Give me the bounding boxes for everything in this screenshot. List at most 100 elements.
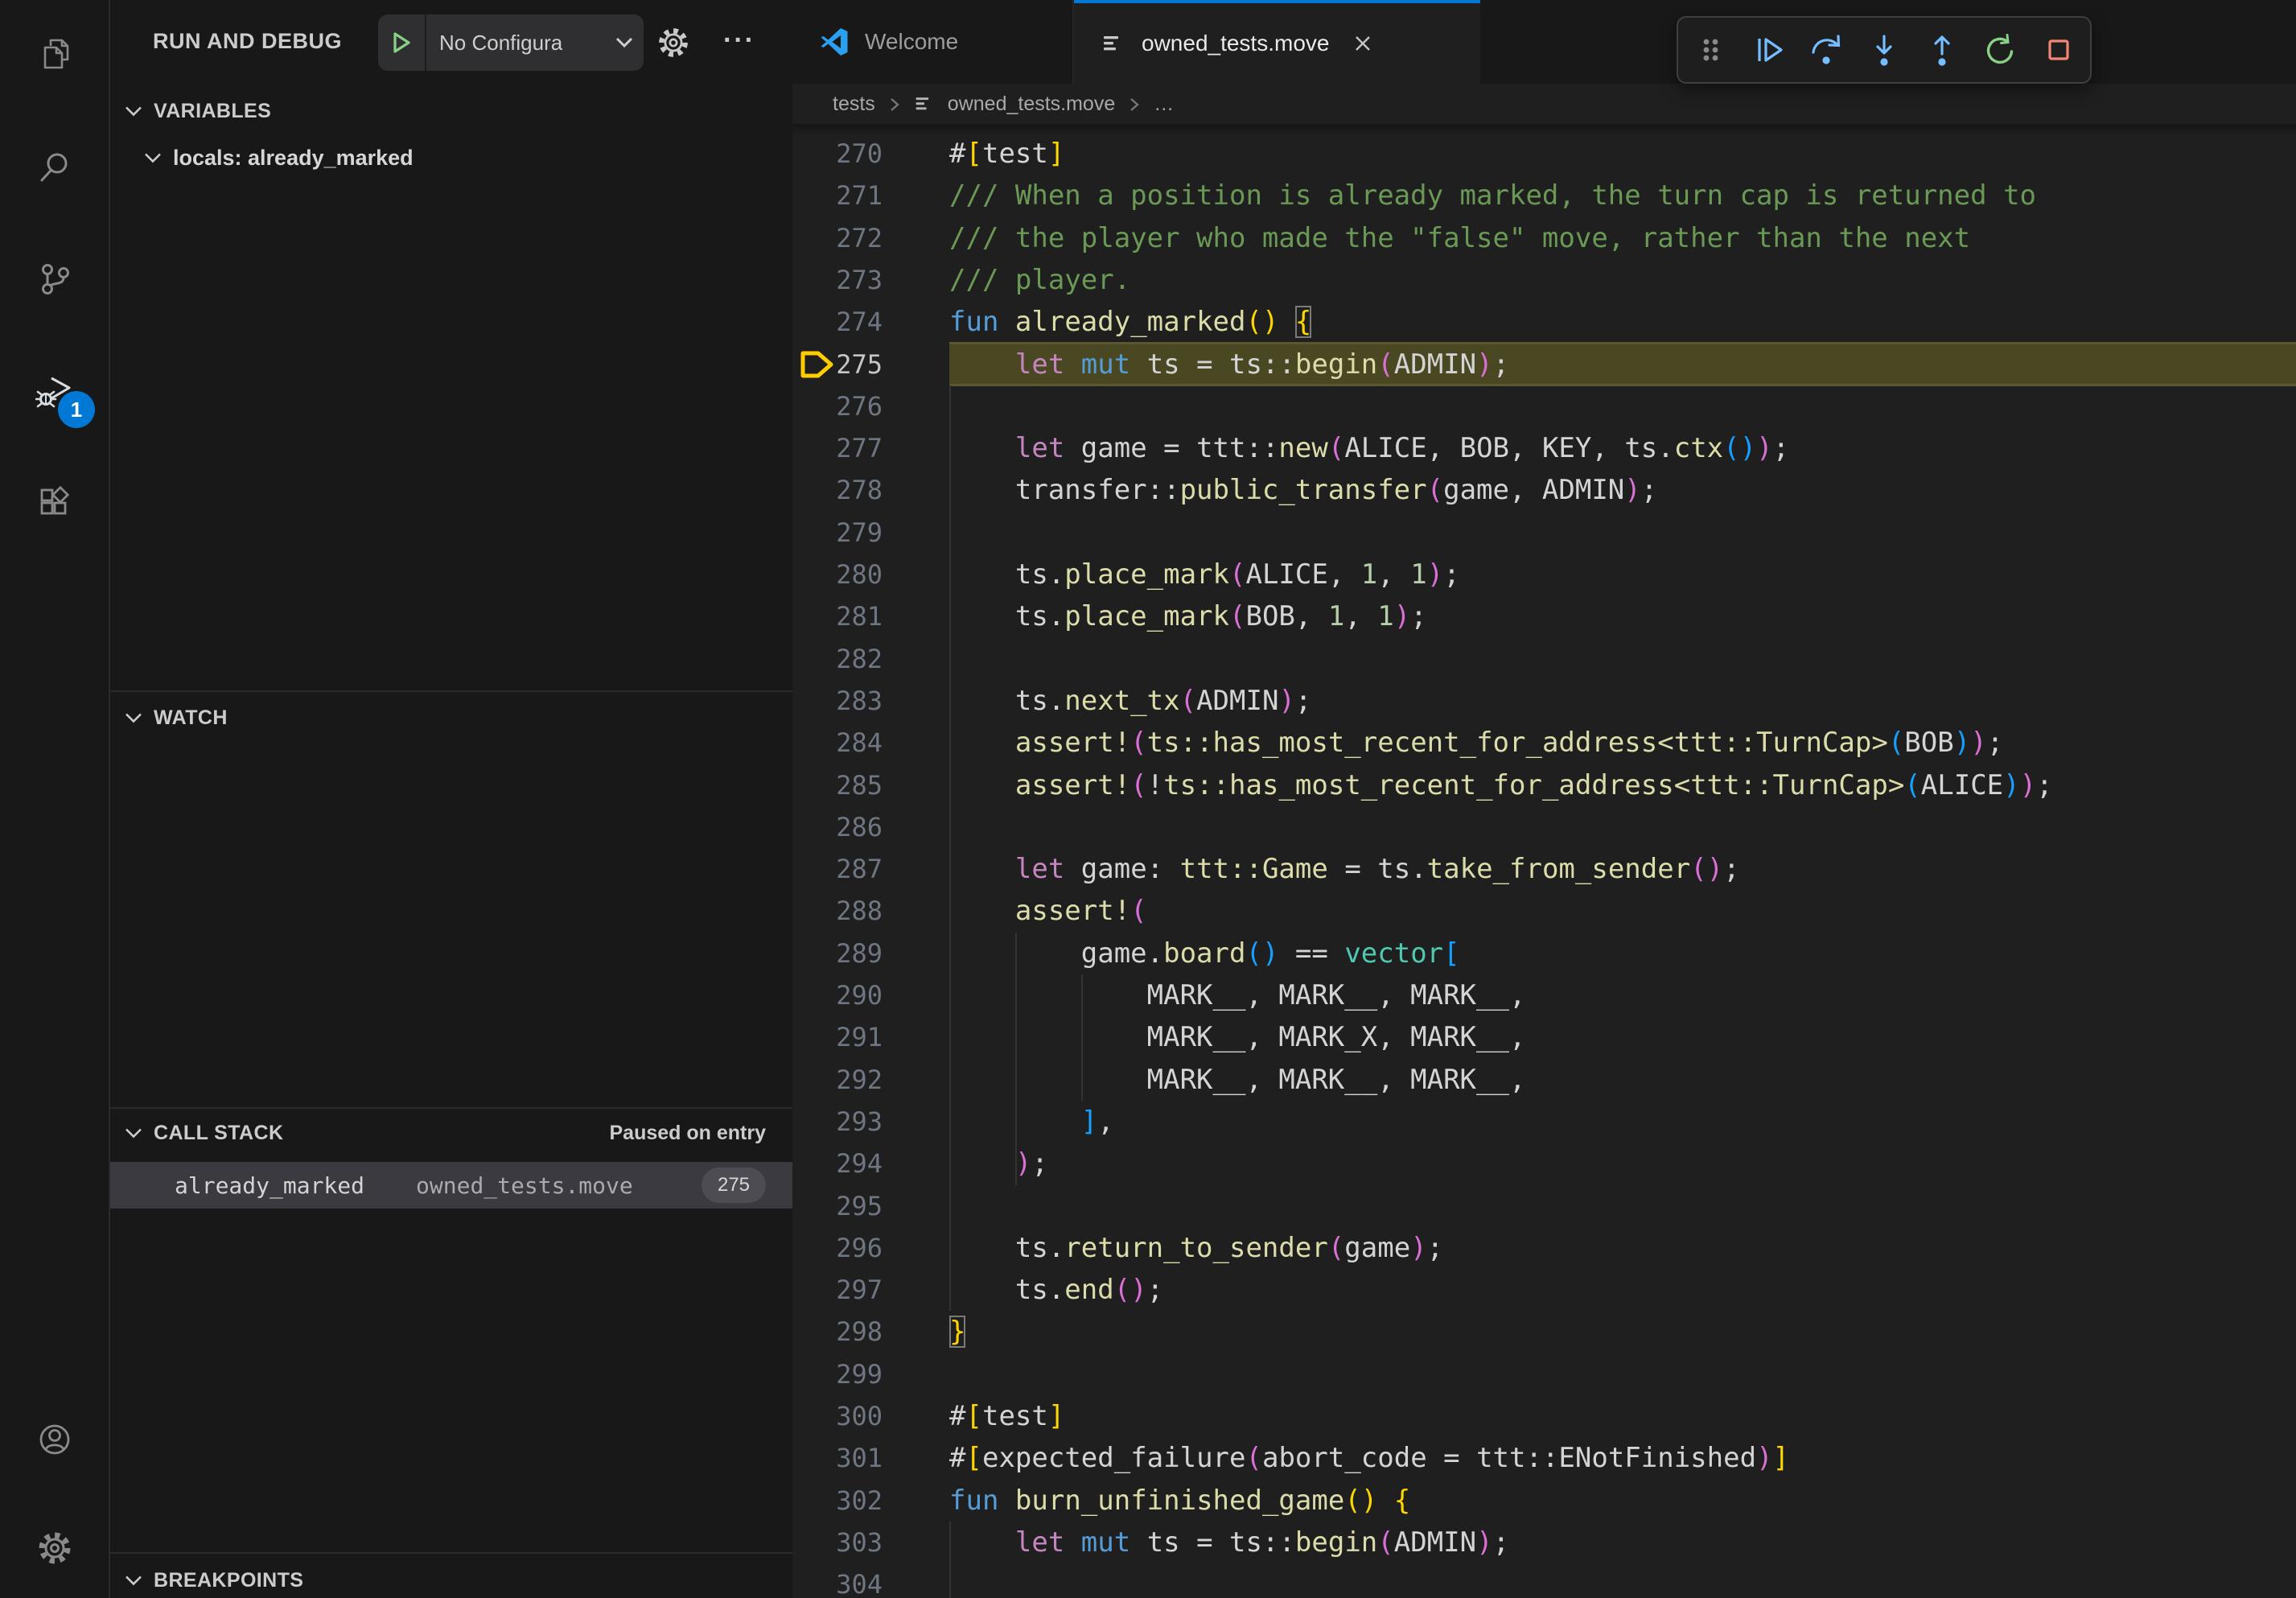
section-watch[interactable]: WATCH xyxy=(110,697,792,739)
chevron-down-icon xyxy=(125,1575,142,1586)
line-number[interactable]: 304 xyxy=(792,1563,883,1598)
code-line[interactable]: ts.return_to_sender(game); xyxy=(949,1227,1443,1270)
line-number[interactable]: 297 xyxy=(792,1269,883,1312)
frame-line-badge: 275 xyxy=(702,1168,766,1203)
code-line[interactable]: #[expected_failure(abort_code = ttt::ENo… xyxy=(949,1437,1789,1480)
run-and-debug-sidebar: RUN AND DEBUG No Configura ··· VARI xyxy=(110,0,792,1598)
line-number[interactable]: 285 xyxy=(792,764,883,807)
line-number[interactable]: 276 xyxy=(792,385,883,428)
line-number[interactable]: 278 xyxy=(792,469,883,512)
code-line[interactable]: fun already_marked() { xyxy=(949,301,1311,344)
line-number[interactable]: 281 xyxy=(792,595,883,638)
code-line[interactable]: ], xyxy=(949,1101,1114,1143)
code-line[interactable]: ts.next_tx(ADMIN); xyxy=(949,680,1311,723)
chevron-right-icon xyxy=(1128,97,1141,113)
step-out-icon[interactable] xyxy=(1924,32,1960,68)
explorer-icon[interactable] xyxy=(35,35,74,73)
line-number[interactable]: 288 xyxy=(792,890,883,933)
line-number[interactable]: 274 xyxy=(792,301,883,344)
line-number[interactable]: 300 xyxy=(792,1395,883,1438)
section-breakpoints[interactable]: BREAKPOINTS xyxy=(110,1559,792,1598)
code-line[interactable]: ts.end(); xyxy=(949,1269,1163,1312)
line-number[interactable]: 289 xyxy=(792,933,883,975)
code-line[interactable]: MARK__, MARK__, MARK__, xyxy=(949,1059,1525,1102)
code-line[interactable]: assert!(ts::has_most_recent_for_address<… xyxy=(949,722,2003,764)
code-line[interactable]: /// the player who made the "false" move… xyxy=(949,217,1970,260)
section-variables[interactable]: VARIABLES xyxy=(110,90,792,132)
code-line[interactable]: MARK__, MARK_X, MARK__, xyxy=(949,1016,1525,1059)
line-number[interactable]: 273 xyxy=(792,259,883,302)
line-number[interactable]: 301 xyxy=(792,1437,883,1480)
code-line[interactable]: assert!(!ts::has_most_recent_for_address… xyxy=(949,764,2053,807)
code-line[interactable]: ts.place_mark(BOB, 1, 1); xyxy=(949,595,1427,638)
section-divider xyxy=(110,1107,792,1109)
settings-gear-icon[interactable] xyxy=(35,1529,74,1567)
line-number[interactable]: 296 xyxy=(792,1227,883,1270)
line-number[interactable]: 275 xyxy=(792,344,883,386)
code-line[interactable]: let mut ts = ts::begin(ADMIN); xyxy=(949,344,1509,386)
line-number[interactable]: 292 xyxy=(792,1059,883,1102)
code-line[interactable]: game.board() == vector[ xyxy=(949,933,1460,975)
line-number[interactable]: 271 xyxy=(792,175,883,217)
more-actions-icon[interactable]: ··· xyxy=(715,16,763,64)
stack-frame-row[interactable]: already_marked owned_tests.move 275 xyxy=(110,1162,792,1209)
code-line[interactable]: fun burn_unfinished_game() { xyxy=(949,1480,1410,1522)
debug-configuration-dropdown[interactable]: No Configura xyxy=(378,14,644,71)
step-over-icon[interactable] xyxy=(1808,32,1844,68)
restart-icon[interactable] xyxy=(1982,32,2018,68)
line-number[interactable]: 299 xyxy=(792,1353,883,1396)
code-line[interactable]: /// When a position is already marked, t… xyxy=(949,175,2036,217)
line-number[interactable]: 272 xyxy=(792,217,883,260)
line-number[interactable]: 270 xyxy=(792,133,883,175)
line-number[interactable]: 277 xyxy=(792,427,883,470)
extensions-icon[interactable] xyxy=(35,483,74,521)
breadcrumb-item-file[interactable]: owned_tests.move xyxy=(948,93,1115,116)
code-line[interactable]: assert!( xyxy=(949,890,1147,933)
line-number[interactable]: 290 xyxy=(792,974,883,1017)
variables-scope-locals[interactable]: locals: already_marked xyxy=(110,137,792,179)
breadcrumb-item-symbol[interactable]: … xyxy=(1154,93,1174,116)
line-number[interactable]: 303 xyxy=(792,1522,883,1564)
code-line[interactable]: #[test] xyxy=(949,133,1064,175)
start-debug-icon[interactable] xyxy=(378,14,425,71)
line-number[interactable]: 298 xyxy=(792,1311,883,1353)
code-line[interactable]: let game = ttt::new(ALICE, BOB, KEY, ts.… xyxy=(949,427,1789,470)
line-number[interactable]: 284 xyxy=(792,722,883,764)
vscode-window: 1 RUN AND DEBUG No xyxy=(0,0,2296,1598)
line-number[interactable]: 293 xyxy=(792,1101,883,1143)
code-line[interactable]: let mut ts = ts::begin(ADMIN); xyxy=(949,1522,1509,1564)
line-number[interactable]: 283 xyxy=(792,680,883,723)
code-line[interactable]: transfer::public_transfer(game, ADMIN); xyxy=(949,469,1657,512)
close-tab-icon[interactable] xyxy=(1353,34,1372,53)
line-number[interactable]: 280 xyxy=(792,554,883,596)
move-file-icon xyxy=(1101,31,1125,56)
line-number[interactable]: 295 xyxy=(792,1185,883,1228)
code-line[interactable]: ts.place_mark(ALICE, 1, 1); xyxy=(949,554,1460,596)
line-number[interactable]: 287 xyxy=(792,848,883,891)
code-line[interactable]: } xyxy=(949,1311,965,1353)
line-number[interactable]: 279 xyxy=(792,512,883,554)
stop-icon[interactable] xyxy=(2040,32,2076,68)
account-icon[interactable] xyxy=(35,1420,74,1459)
line-number[interactable]: 282 xyxy=(792,638,883,681)
code-line[interactable]: /// player. xyxy=(949,259,1130,302)
search-icon[interactable] xyxy=(35,148,74,187)
toolbar-drag-handle[interactable] xyxy=(1693,32,1728,68)
continue-icon[interactable] xyxy=(1751,32,1786,68)
editor-gutter[interactable]: 2702712722732742752762772782792802812822… xyxy=(792,0,897,1598)
line-number[interactable]: 286 xyxy=(792,806,883,849)
line-number[interactable]: 302 xyxy=(792,1480,883,1522)
source-control-icon[interactable] xyxy=(35,260,74,299)
code-line[interactable]: MARK__, MARK__, MARK__, xyxy=(949,974,1525,1017)
section-call-stack[interactable]: CALL STACK Paused on entry xyxy=(110,1112,792,1154)
tab-owned-tests-move[interactable]: owned_tests.move xyxy=(1074,0,1480,84)
line-number[interactable]: 294 xyxy=(792,1143,883,1185)
code-line[interactable]: ); xyxy=(949,1143,1048,1185)
debug-settings-gear-icon[interactable] xyxy=(656,25,691,60)
chevron-down-icon xyxy=(125,105,142,117)
code-line[interactable]: #[test] xyxy=(949,1395,1064,1438)
line-number[interactable]: 291 xyxy=(792,1016,883,1059)
section-divider xyxy=(110,690,792,692)
code-line[interactable]: let game: ttt::Game = ts.take_from_sende… xyxy=(949,848,1740,891)
step-into-icon[interactable] xyxy=(1866,32,1902,68)
